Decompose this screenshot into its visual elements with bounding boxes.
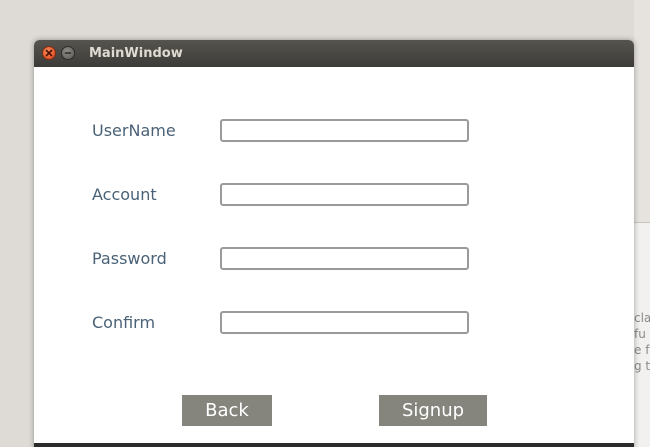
signup-button[interactable]: Signup <box>379 395 487 426</box>
username-input[interactable] <box>220 119 469 142</box>
window-title: MainWindow <box>89 46 183 61</box>
window-minimize-button[interactable] <box>61 46 75 60</box>
minimize-icon <box>64 52 72 54</box>
background-app-text-2: fu <box>634 327 646 341</box>
background-app-text-1: cla <box>634 311 650 325</box>
main-window: MainWindow UserName Account Password Con… <box>34 40 634 447</box>
window-close-button[interactable] <box>42 46 56 60</box>
confirm-password-input[interactable] <box>220 311 469 334</box>
window-bottom-edge <box>34 443 634 447</box>
back-button[interactable]: Back <box>182 395 272 426</box>
account-input[interactable] <box>220 183 469 206</box>
background-app-text-4: g t <box>634 359 650 373</box>
background-app-header <box>634 0 650 223</box>
password-label: Password <box>92 249 167 268</box>
account-label: Account <box>92 185 157 204</box>
password-input[interactable] <box>220 247 469 270</box>
confirm-label: Confirm <box>92 313 156 332</box>
background-app-text-3: e fu <box>634 343 650 357</box>
username-label: UserName <box>92 121 176 140</box>
window-titlebar[interactable]: MainWindow <box>34 40 634 67</box>
close-icon <box>45 49 53 57</box>
